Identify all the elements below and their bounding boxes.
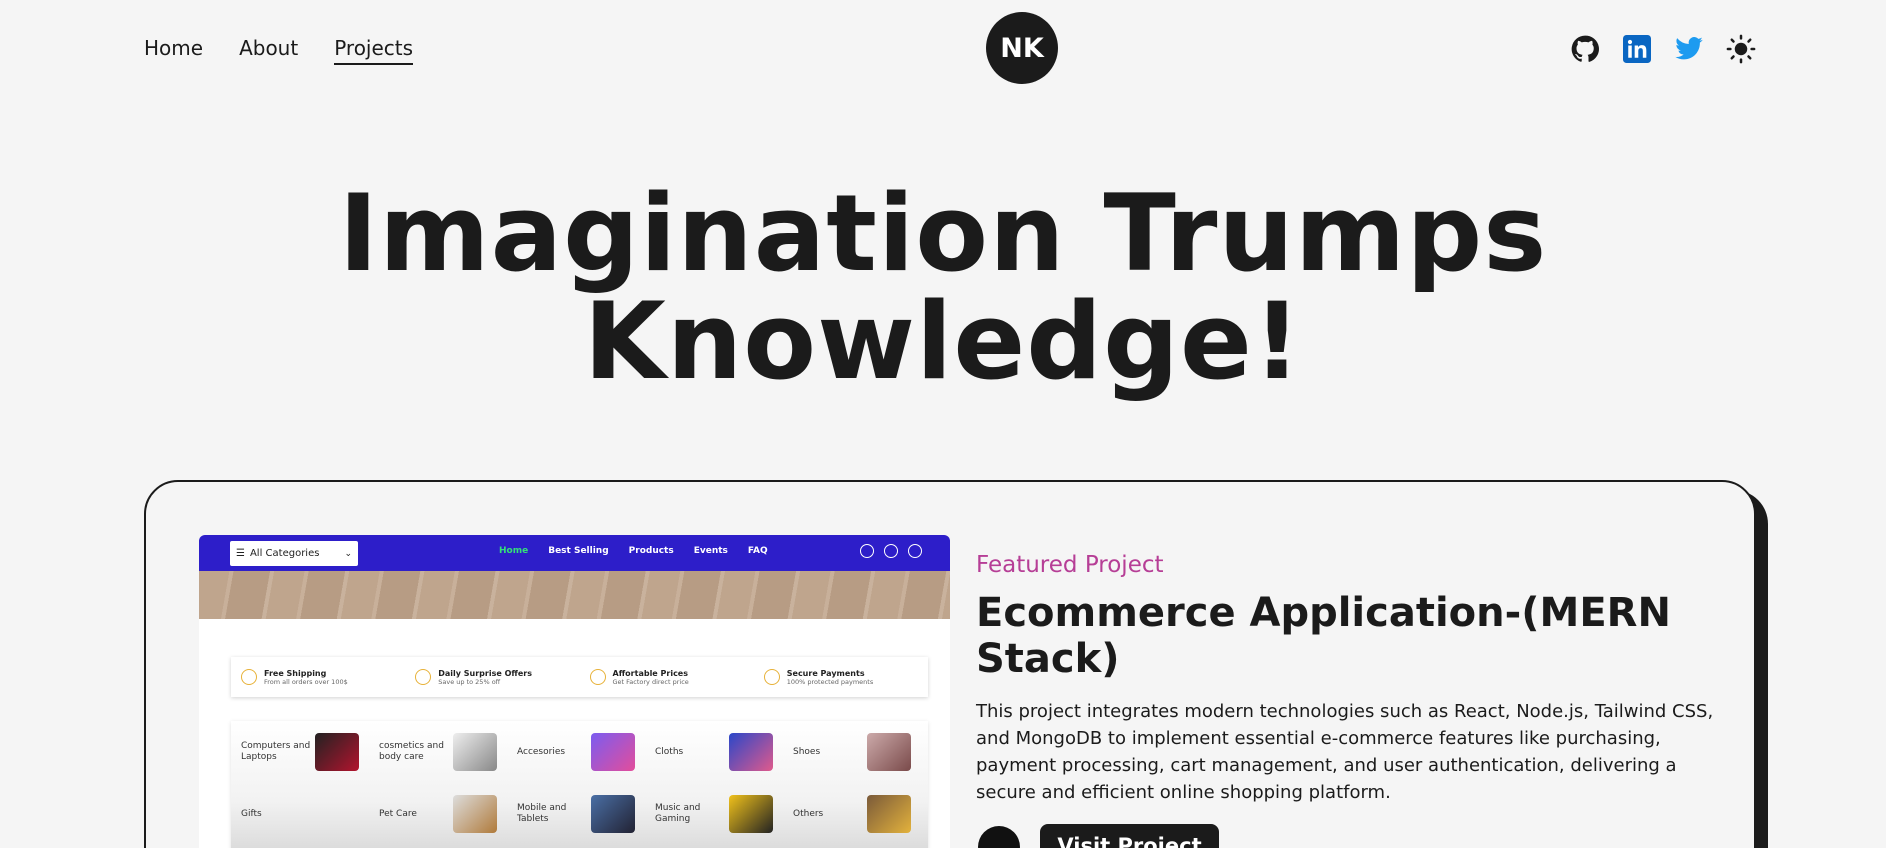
linkedin-icon[interactable] xyxy=(1622,34,1652,64)
feature-subtitle: Get Factory direct price xyxy=(612,677,689,686)
headphones-image xyxy=(729,795,773,833)
hero-heading: Imagination Trumps Knowledge! xyxy=(0,180,1886,396)
screenshot-header-icons xyxy=(860,544,922,558)
cart-icon xyxy=(241,669,257,685)
category-tile: cosmetics and body care xyxy=(369,727,507,777)
shoes-image xyxy=(867,733,911,771)
category-tile: Mobile and Tablets xyxy=(507,789,645,839)
nav-about-link[interactable]: About xyxy=(239,36,298,65)
category-tile: Cloths xyxy=(645,727,783,777)
category-tile: Computers and Laptops xyxy=(231,727,369,777)
phone-image xyxy=(591,795,635,833)
github-icon[interactable] xyxy=(1570,34,1600,64)
accessories-image xyxy=(591,733,635,771)
cloths-image xyxy=(729,733,773,771)
others-image xyxy=(867,795,911,833)
menu-lines-icon: ☰ xyxy=(236,548,245,559)
refresh-icon xyxy=(415,669,432,685)
user-icon xyxy=(908,544,922,558)
trophy-icon xyxy=(589,669,606,685)
project-title[interactable]: Ecommerce Application-(MERN Stack) xyxy=(976,590,1716,682)
laptop-image xyxy=(315,733,359,771)
category-label: Gifts xyxy=(241,808,262,819)
screenshot-menu-item: FAQ xyxy=(747,546,768,556)
chevron-down-icon: ⌄ xyxy=(344,548,352,559)
feature-item: Daily Surprise Offers Save up to 25% off xyxy=(405,657,579,697)
category-label: Cloths xyxy=(655,746,684,757)
category-label: cosmetics and body care xyxy=(379,741,444,762)
hero-line-2: Knowledge! xyxy=(583,280,1303,403)
category-tile: Music and Gaming xyxy=(645,789,783,839)
heart-icon xyxy=(860,544,874,558)
top-nav: Home About Projects NK xyxy=(0,0,1886,96)
social-links xyxy=(1570,34,1756,64)
hero-line-1: Imagination Trumps xyxy=(338,172,1548,295)
feature-subtitle: 100% protected payments xyxy=(786,677,874,686)
category-tile: Others xyxy=(783,789,921,839)
twitter-icon[interactable] xyxy=(1674,34,1704,64)
category-label: Accesories xyxy=(517,746,566,757)
category-label: Music and Gaming xyxy=(655,803,701,824)
all-categories-button: ☰ All Categories ⌄ xyxy=(230,541,358,566)
category-label: Pet Care xyxy=(379,808,417,819)
screenshot-menu-item: Events xyxy=(693,546,728,556)
feature-item: Secure Payments 100% protected payments xyxy=(754,657,928,697)
pet-care-image xyxy=(453,795,497,833)
sun-icon[interactable] xyxy=(1726,34,1756,64)
screenshot-menu-item: Products xyxy=(628,546,674,556)
category-label: Others xyxy=(793,808,824,819)
screenshot-banner-image xyxy=(199,571,950,619)
feature-title: Secure Payments xyxy=(786,668,865,678)
feature-title: Free Shipping xyxy=(264,668,327,678)
visit-project-button[interactable]: Visit Project xyxy=(1040,824,1219,848)
featured-project-label: Featured Project xyxy=(976,552,1164,578)
feature-title: Daily Surprise Offers xyxy=(438,668,532,678)
screenshot-menu-item: Best Selling xyxy=(548,546,609,556)
feature-title: Affortable Prices xyxy=(612,668,689,678)
category-label: Mobile and Tablets xyxy=(517,803,567,824)
cart-icon xyxy=(884,544,898,558)
category-tile: Accesories xyxy=(507,727,645,777)
screenshot-header: ☰ All Categories ⌄ Home Best Selling Pro… xyxy=(199,535,950,571)
screenshot-menu: Home Best Selling Products Events FAQ xyxy=(499,546,768,556)
category-tile: Gifts xyxy=(231,789,369,839)
nk-logo[interactable]: NK xyxy=(986,12,1058,84)
nav-home-link[interactable]: Home xyxy=(144,36,203,65)
feature-item: Affortable Prices Get Factory direct pric… xyxy=(580,657,754,697)
all-categories-label: All Categories xyxy=(249,548,320,559)
category-label: Computers and Laptops xyxy=(241,741,311,762)
screenshot-categories-grid: Computers and Laptops cosmetics and body… xyxy=(231,721,928,848)
project-screenshot[interactable]: ☰ All Categories ⌄ Home Best Selling Pro… xyxy=(199,535,950,848)
cosmetics-image xyxy=(453,733,497,771)
screenshot-features-bar: Free Shipping From all orders over 100$ D… xyxy=(231,657,928,697)
feature-subtitle: Save up to 25% off xyxy=(438,677,501,686)
shield-icon xyxy=(763,669,780,685)
project-description: This project integrates modern technolog… xyxy=(976,701,1714,803)
feature-item: Free Shipping From all orders over 100$ xyxy=(231,657,405,697)
category-tile: Pet Care xyxy=(369,789,507,839)
nav-projects-link[interactable]: Projects xyxy=(334,36,414,65)
screenshot-menu-item: Home xyxy=(499,546,529,556)
category-tile: Shoes xyxy=(783,727,921,777)
feature-subtitle: From all orders over 100$ xyxy=(264,677,348,686)
category-label: Shoes xyxy=(793,746,821,757)
nav-links: Home About Projects xyxy=(144,36,414,65)
